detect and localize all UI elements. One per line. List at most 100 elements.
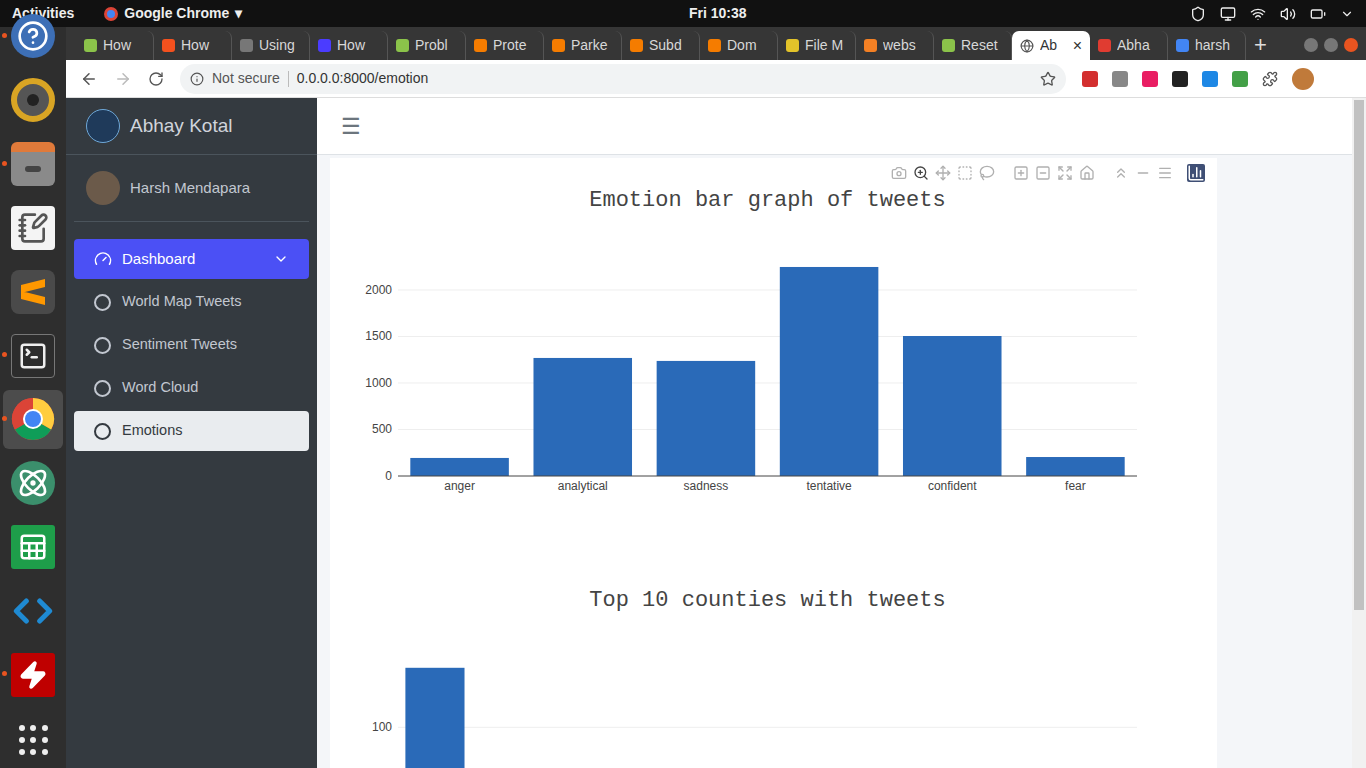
reload-icon[interactable] <box>148 71 164 87</box>
tab-close-button[interactable]: × <box>1073 38 1082 54</box>
bar[interactable] <box>405 668 464 768</box>
favicon-icon <box>84 39 97 52</box>
svg-text:500: 500 <box>372 422 392 436</box>
x-label: anger <box>444 479 475 493</box>
browser-tab[interactable]: webs <box>856 31 934 60</box>
dock-item[interactable] <box>3 71 63 130</box>
plotly-logo-icon[interactable] <box>1187 164 1205 182</box>
bar[interactable] <box>533 358 632 476</box>
dock-item[interactable] <box>3 7 63 66</box>
dock-item[interactable] <box>3 326 63 385</box>
extension-icon[interactable] <box>1082 71 1098 87</box>
shield-icon <box>1190 6 1206 22</box>
dock-item[interactable] <box>3 262 63 321</box>
app-menu[interactable]: Google Chrome ▾ <box>104 3 242 24</box>
dock-item[interactable] <box>3 198 63 257</box>
browser-tab[interactable]: harsh <box>1168 31 1246 60</box>
modebar-icon[interactable] <box>913 165 929 181</box>
browser-tab[interactable]: Prote <box>466 31 544 60</box>
extension-icon[interactable] <box>1172 71 1188 87</box>
browser-tab[interactable]: Reset <box>934 31 1012 60</box>
clock[interactable]: Fri 10:38 <box>689 3 747 24</box>
chart-title: Top 10 counties with tweets <box>589 588 945 613</box>
window-controls[interactable] <box>1304 38 1358 52</box>
system-tray[interactable] <box>1190 6 1354 22</box>
terminal-icon <box>11 334 55 378</box>
favicon-icon <box>474 39 487 52</box>
top-bar: ActivitiesGoogle Chrome ▾Fri 10:38 <box>0 0 1366 27</box>
sidebar: Abhay KotalHarsh Mendapara DashboardWorld… <box>66 98 317 768</box>
modebar-icon[interactable] <box>935 165 951 181</box>
dock-item[interactable] <box>3 518 63 577</box>
omnibox[interactable]: Not secure0.0.0.0:8000/emotion <box>180 64 1066 94</box>
x-label: fear <box>1065 479 1086 493</box>
bar[interactable] <box>410 458 509 476</box>
bookmark-star-icon[interactable] <box>1040 71 1056 87</box>
dock-item[interactable] <box>3 135 63 194</box>
modebar-icon[interactable] <box>1157 165 1173 181</box>
browser-tab[interactable]: Probl <box>388 31 466 60</box>
browser-tab[interactable]: Dom <box>700 31 778 60</box>
modebar-icon[interactable] <box>1113 165 1129 181</box>
new-tab-button[interactable]: + <box>1254 34 1267 56</box>
vscode-icon <box>11 589 55 633</box>
modebar-icon[interactable] <box>1057 165 1073 181</box>
dock-item[interactable] <box>3 390 63 449</box>
bar-chart: Emotion bar graph of tweets0500100015002… <box>330 158 1217 558</box>
submenu-item[interactable]: World Map Tweets <box>74 282 309 322</box>
modebar-icon[interactable] <box>1035 165 1051 181</box>
favicon-icon <box>1020 39 1034 53</box>
modebar-icon[interactable] <box>891 165 907 181</box>
svg-text:100: 100 <box>372 720 392 734</box>
browser-tab[interactable]: How <box>76 31 154 60</box>
dock-item[interactable] <box>3 454 63 513</box>
chart: Top 10 counties with tweets 100 <box>330 558 1217 768</box>
browser-tab[interactable]: Using <box>232 31 310 60</box>
extension-icon[interactable] <box>1232 71 1248 87</box>
scrollbar[interactable] <box>1352 98 1366 768</box>
bar[interactable] <box>780 267 879 476</box>
back-icon[interactable] <box>80 70 98 88</box>
circle-icon <box>94 423 111 440</box>
browser-tab[interactable]: Subd <box>622 31 700 60</box>
info-icon <box>190 72 204 86</box>
browser-tab[interactable]: File M <box>778 31 856 60</box>
dock-item[interactable] <box>3 645 63 704</box>
browser-tab[interactable]: Parke <box>544 31 622 60</box>
bar[interactable] <box>1026 457 1125 476</box>
extensions-icon[interactable] <box>1262 71 1278 87</box>
browser-tab[interactable]: Ab× <box>1012 31 1090 60</box>
chart-title: Emotion bar graph of tweets <box>589 188 945 213</box>
submenu-item[interactable]: Emotions <box>74 411 309 451</box>
user-panel[interactable]: Harsh Mendapara <box>74 155 309 222</box>
forward-icon[interactable] <box>114 70 132 88</box>
favicon-icon <box>162 39 175 52</box>
modebar-icon[interactable] <box>957 165 973 181</box>
favicon-icon <box>1176 39 1189 52</box>
modebar-icon[interactable] <box>1013 165 1029 181</box>
tab-strip: HowHowUsingHowProblProteParkeSubdDomFile… <box>66 27 1366 60</box>
profile-avatar-icon[interactable] <box>1292 68 1314 90</box>
running-dot <box>2 671 7 676</box>
extension-icon[interactable] <box>1202 71 1218 87</box>
browser-tab[interactable]: How <box>310 31 388 60</box>
browser-tab[interactable]: How <box>154 31 232 60</box>
modebar-icon[interactable] <box>1079 165 1095 181</box>
menu-item[interactable]: Dashboard <box>74 239 309 279</box>
plotly-modebar <box>891 164 1205 182</box>
bar[interactable] <box>657 361 756 476</box>
dock-item[interactable] <box>3 709 63 768</box>
battery-icon <box>1310 6 1326 22</box>
scrollbar-thumb[interactable] <box>1354 100 1364 610</box>
modebar-icon[interactable] <box>1135 165 1151 181</box>
submenu-item[interactable]: Sentiment Tweets <box>74 325 309 365</box>
extension-icon[interactable] <box>1142 71 1158 87</box>
sidebar-toggle[interactable]: ☰ <box>341 110 361 143</box>
bar[interactable] <box>903 336 1002 476</box>
dock-item[interactable] <box>3 581 63 640</box>
submenu-item[interactable]: Word Cloud <box>74 368 309 408</box>
browser-tab[interactable]: Abha <box>1090 31 1168 60</box>
modebar-icon[interactable] <box>979 165 995 181</box>
brand[interactable]: Abhay Kotal <box>66 98 317 155</box>
extension-icon[interactable] <box>1112 71 1128 87</box>
